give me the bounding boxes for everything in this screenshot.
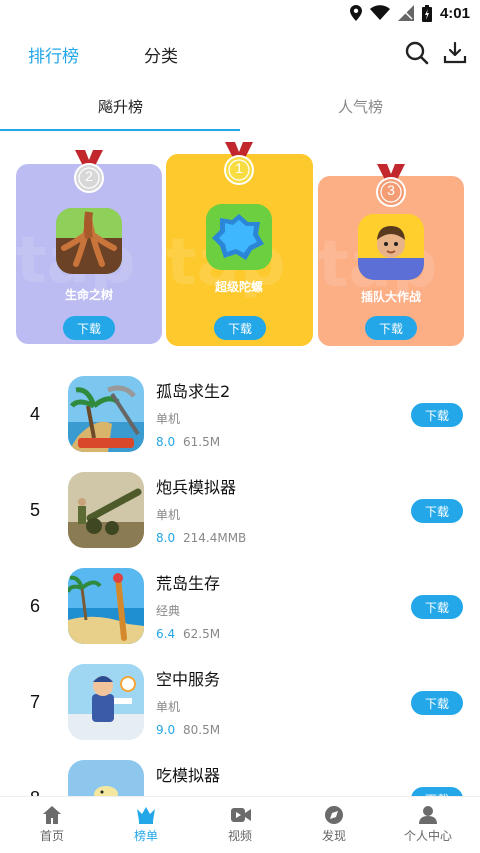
- podium-app-name: 超级陀螺: [214, 280, 263, 294]
- app-score: 8.0: [156, 435, 176, 449]
- nav-label: 视频: [227, 829, 252, 843]
- download-button[interactable]: 下载: [411, 691, 463, 715]
- search-button[interactable]: [402, 38, 432, 68]
- top-header: 排行榜 分类: [0, 26, 480, 82]
- nav-video[interactable]: 视频: [192, 797, 288, 853]
- medal-gold-icon: 1: [219, 142, 259, 186]
- podium-app-name: 生命之树: [64, 288, 113, 302]
- tab-ranking[interactable]: 排行榜: [28, 42, 79, 67]
- app-size: 214.4MMB: [183, 531, 247, 545]
- medal-silver-icon: 2: [69, 150, 109, 194]
- rank-number: 4: [30, 404, 41, 424]
- app-name[interactable]: 吃模拟器: [156, 762, 220, 786]
- podium-app-name: 插队大作战: [360, 290, 421, 304]
- list-item[interactable]: 4 孤岛求生2 单机 8.0 61.5M 下载: [0, 366, 480, 462]
- medal-bronze-icon: 3: [371, 164, 411, 208]
- app-category: 经典: [156, 604, 181, 618]
- download-button[interactable]: 下载: [411, 595, 463, 619]
- app-name[interactable]: 炮兵模拟器: [156, 474, 236, 498]
- crown-icon: [137, 807, 155, 824]
- nav-label: 发现: [321, 829, 346, 843]
- wifi-icon: [369, 5, 390, 20]
- download-button[interactable]: 下载: [63, 316, 115, 340]
- search-icon: [405, 41, 429, 65]
- rank-tabs: 飚升榜 人气榜: [0, 86, 480, 132]
- app-icon-super-top: [206, 204, 272, 270]
- list-item[interactable]: 6 荒岛生存 经典 6.4 62.5M 下载: [0, 558, 480, 654]
- nav-discover[interactable]: 发现: [286, 797, 382, 853]
- app-icon-desert-island: [68, 568, 144, 644]
- video-icon: [231, 808, 251, 822]
- rank-number: 7: [30, 692, 41, 712]
- download-icon: [443, 41, 467, 64]
- app-icon-air-service: [68, 664, 144, 740]
- rank-number: 6: [30, 596, 41, 616]
- app-name[interactable]: 空中服务: [156, 666, 220, 690]
- app-category: 单机: [156, 412, 181, 426]
- download-button[interactable]: 下载: [411, 499, 463, 523]
- app-score: 6.4: [156, 627, 176, 641]
- app-size: 62.5M: [183, 627, 221, 641]
- home-icon: [43, 806, 61, 824]
- app-size: 80.5M: [183, 723, 221, 737]
- top3-podium: tap 生命之树 下载 tap 超级陀: [0, 142, 480, 350]
- tab-indicator: [0, 129, 240, 131]
- app-category: 单机: [156, 700, 181, 714]
- medal-rank: 2: [85, 168, 93, 184]
- rank-number: 5: [30, 500, 41, 520]
- nav-label: 首页: [39, 829, 64, 843]
- app-icon-artillery-simulator: [68, 472, 144, 548]
- tab-popular[interactable]: 人气榜: [338, 96, 383, 117]
- medal-rank: 1: [235, 160, 243, 176]
- tab-category[interactable]: 分类: [144, 42, 178, 67]
- list-item[interactable]: 7 空中服务 单机 9.0 80.5M 下载: [0, 654, 480, 750]
- compass-icon: [325, 806, 343, 824]
- app-name[interactable]: 孤岛求生2: [156, 378, 230, 402]
- battery-icon: [421, 4, 432, 22]
- nav-home[interactable]: 首页: [4, 797, 100, 853]
- app-size: 61.5M: [183, 435, 221, 449]
- medal-rank: 3: [387, 182, 395, 198]
- download-manager-button[interactable]: [440, 38, 470, 68]
- download-button[interactable]: 下载: [214, 316, 266, 340]
- download-button[interactable]: 下载: [365, 316, 417, 340]
- app-score: 8.0: [156, 531, 176, 545]
- app-root: 4:01 排行榜 分类 飚升榜 人气榜 tap: [0, 0, 480, 853]
- status-bar: 4:01: [0, 0, 480, 26]
- app-name[interactable]: 荒岛生存: [156, 570, 220, 594]
- nav-ranking[interactable]: 榜单: [98, 797, 194, 853]
- nav-label: 榜单: [133, 829, 158, 843]
- list-item[interactable]: 5 炮兵模拟器 单机 8.0 214.4MMB 下载: [0, 462, 480, 558]
- tab-rising[interactable]: 飚升榜: [98, 96, 143, 117]
- bottom-nav: 首页 榜单 视频 发现 个人中心: [0, 796, 480, 853]
- app-icon-survival-island: [68, 376, 144, 452]
- app-category: 单机: [156, 508, 181, 522]
- status-time: 4:01: [439, 4, 470, 22]
- nav-profile[interactable]: 个人中心: [380, 797, 476, 853]
- location-icon: [349, 5, 362, 21]
- user-icon: [419, 806, 437, 824]
- nav-label: 个人中心: [403, 829, 452, 843]
- app-icon-queue-battle: [358, 214, 424, 280]
- app-score: 9.0: [156, 723, 176, 737]
- signal-icon: [397, 5, 414, 21]
- download-button[interactable]: 下载: [411, 403, 463, 427]
- app-icon-tree-of-life: [56, 208, 122, 274]
